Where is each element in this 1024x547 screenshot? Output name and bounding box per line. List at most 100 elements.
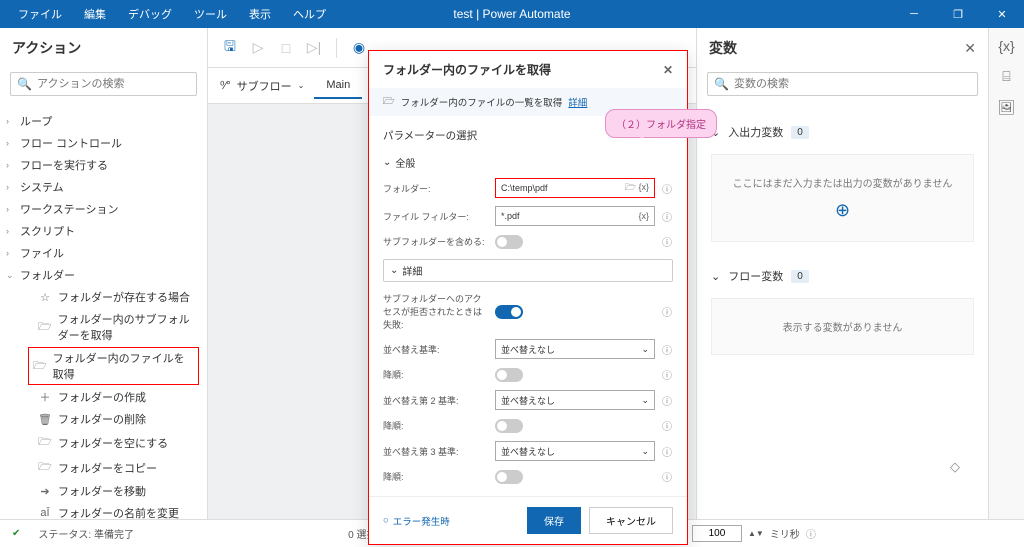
rail-layers-icon[interactable]: ⌸	[1002, 68, 1010, 85]
menu-view[interactable]: 表示	[239, 2, 281, 26]
tree-group-workstation[interactable]: ›ワークステーション	[0, 198, 207, 220]
action-rename-folder[interactable]: aĪフォルダーの名前を変更	[0, 502, 207, 519]
io-vars-header[interactable]: ⌄入出力変数0	[711, 114, 974, 150]
tree-group-script[interactable]: ›スクリプト	[0, 220, 207, 242]
actions-panel: アクション 🔍 ›ループ ›フロー コントロール ›フローを実行する ›システム…	[0, 28, 208, 519]
sort1-select[interactable]: 並べ替えなし⌄	[495, 339, 655, 359]
add-variable-button[interactable]: ⊕	[722, 200, 963, 221]
sort3-select[interactable]: 並べ替えなし⌄	[495, 441, 655, 461]
action-create-folder[interactable]: ＋フォルダーの作成	[0, 386, 207, 408]
minimize-button[interactable]: ─	[892, 0, 936, 28]
edit-icon[interactable]: ◇	[950, 459, 960, 475]
right-rail: {x} ⌸ 🖼	[988, 28, 1024, 519]
action-move-folder[interactable]: ➔フォルダーを移動	[0, 480, 207, 502]
folder-icon: 🗁	[383, 94, 395, 110]
menu-edit[interactable]: 編集	[74, 2, 116, 26]
run-icon[interactable]: ▷	[248, 38, 268, 58]
titlebar: ファイル 編集 デバッグ ツール 表示 ヘルプ test | Power Aut…	[0, 0, 1024, 28]
tree-group-system[interactable]: ›システム	[0, 176, 207, 198]
status-text: ステータス: 準備完了	[38, 526, 134, 541]
close-panel-button[interactable]: ✕	[964, 40, 976, 57]
stop-icon[interactable]: □	[276, 38, 296, 58]
menu-help[interactable]: ヘルプ	[283, 2, 336, 26]
rail-vars-icon[interactable]: {x}	[998, 38, 1014, 54]
cancel-button[interactable]: キャンセル	[589, 507, 673, 534]
desc1-toggle[interactable]	[495, 368, 523, 382]
subflow-tab-main[interactable]: Main	[314, 73, 362, 99]
info-icon[interactable]: ⓘ	[661, 418, 673, 433]
dialog-detail-link[interactable]: 詳細	[568, 95, 587, 109]
menu-tool[interactable]: ツール	[184, 2, 237, 26]
menu-debug[interactable]: デバッグ	[118, 2, 182, 26]
tree-group-file[interactable]: ›ファイル	[0, 242, 207, 264]
tree-group-folder[interactable]: ⌄フォルダー	[0, 264, 207, 286]
flow-vars-empty: 表示する変数がありません	[711, 298, 974, 355]
sort2-select[interactable]: 並べ替えなし⌄	[495, 390, 655, 410]
action-empty-folder[interactable]: 🗁フォルダーを空にする	[0, 430, 207, 455]
annotation-callout: （２）フォルダ指定	[605, 109, 717, 138]
info-icon[interactable]: ⓘ	[661, 181, 673, 196]
info-icon[interactable]: ⓘ	[806, 526, 816, 541]
menu-bar: ファイル 編集 デバッグ ツール 表示 ヘルプ	[8, 2, 336, 26]
dialog-subtitle: フォルダー内のファイルの一覧を取得	[401, 95, 563, 109]
subfolder-label: サブフォルダーを含める:	[383, 235, 489, 248]
dialog-title: フォルダー内のファイルを取得	[383, 61, 551, 78]
action-search-input[interactable]	[10, 72, 197, 96]
status-ok-icon: ✔	[12, 528, 20, 539]
window-controls: ─ ❐ ✕	[892, 0, 1024, 28]
filter-label: ファイル フィルター:	[383, 210, 489, 223]
menu-file[interactable]: ファイル	[8, 2, 72, 26]
folder-input[interactable]: C:\temp\pdf🗁 {x}	[495, 178, 655, 198]
subflow-dropdown[interactable]: ⁰∕° サブフロー ⌄	[220, 78, 304, 94]
access-denied-toggle[interactable]	[495, 305, 523, 319]
sort1-label: 並べ替え基準:	[383, 343, 489, 356]
dialog-close-button[interactable]: ✕	[663, 63, 673, 77]
info-icon[interactable]: ⓘ	[661, 393, 673, 408]
desc2-label: 降順:	[383, 419, 489, 432]
maximize-button[interactable]: ❐	[936, 0, 980, 28]
search-icon: 🔍	[714, 77, 729, 91]
variables-header: 変数	[697, 28, 988, 68]
section-detail[interactable]: ⌄詳細	[383, 259, 673, 282]
status-ms: ミリ秒	[770, 526, 800, 541]
window-title: test | Power Automate	[453, 7, 570, 21]
step-icon[interactable]: ▷|	[304, 38, 324, 58]
info-icon[interactable]: ⓘ	[661, 444, 673, 459]
tree-group-runflow[interactable]: ›フローを実行する	[0, 154, 207, 176]
info-icon[interactable]: ⓘ	[661, 367, 673, 382]
section-general[interactable]: ⌄全般	[383, 151, 673, 174]
action-delete-folder[interactable]: 🗑フォルダーの削除	[0, 408, 207, 430]
access-denied-label: サブフォルダーへのアクセスが拒否されたときは失敗:	[383, 292, 489, 331]
io-vars-empty: ここにはまだ入力または出力の変数がありません ⊕	[711, 154, 974, 242]
folder-label: フォルダー:	[383, 182, 489, 195]
actions-tree: ›ループ ›フロー コントロール ›フローを実行する ›システム ›ワークステー…	[0, 106, 207, 519]
info-icon[interactable]: ⓘ	[661, 234, 673, 249]
action-copy-folder[interactable]: 🗁フォルダーをコピー	[0, 455, 207, 480]
action-get-subfolders[interactable]: 🗁フォルダー内のサブフォルダーを取得	[0, 308, 207, 346]
search-icon: 🔍	[17, 77, 32, 91]
desc3-toggle[interactable]	[495, 470, 523, 484]
error-link[interactable]: ○ エラー発生時	[383, 514, 450, 528]
desc1-label: 降順:	[383, 368, 489, 381]
save-icon[interactable]: 🖫	[220, 38, 240, 58]
info-icon[interactable]: ⓘ	[661, 342, 673, 357]
record-icon[interactable]: ◉	[349, 38, 369, 58]
tree-group-loop[interactable]: ›ループ	[0, 110, 207, 132]
flow-vars-header[interactable]: ⌄フロー変数0	[711, 258, 974, 294]
info-icon[interactable]: ⓘ	[661, 209, 673, 224]
save-button[interactable]: 保存	[527, 507, 581, 534]
info-icon[interactable]: ⓘ	[661, 304, 673, 319]
action-folder-exists[interactable]: ☆フォルダーが存在する場合	[0, 286, 207, 308]
sort3-label: 並べ替え第 3 基準:	[383, 445, 489, 458]
desc2-toggle[interactable]	[495, 419, 523, 433]
subfolder-toggle[interactable]	[495, 235, 523, 249]
variables-panel: ✕ 変数 🔍 ⌄入出力変数0 ここにはまだ入力または出力の変数がありません ⊕ …	[696, 28, 988, 519]
tree-group-flowcontrol[interactable]: ›フロー コントロール	[0, 132, 207, 154]
close-button[interactable]: ✕	[980, 0, 1024, 28]
rail-images-icon[interactable]: 🖼	[998, 99, 1016, 116]
variable-search-input[interactable]	[707, 72, 978, 96]
delay-input[interactable]	[692, 525, 742, 542]
filter-input[interactable]: *.pdf{x}	[495, 206, 655, 226]
info-icon[interactable]: ⓘ	[661, 469, 673, 484]
action-get-files-in-folder[interactable]: 🗁フォルダー内のファイルを取得	[28, 347, 199, 385]
